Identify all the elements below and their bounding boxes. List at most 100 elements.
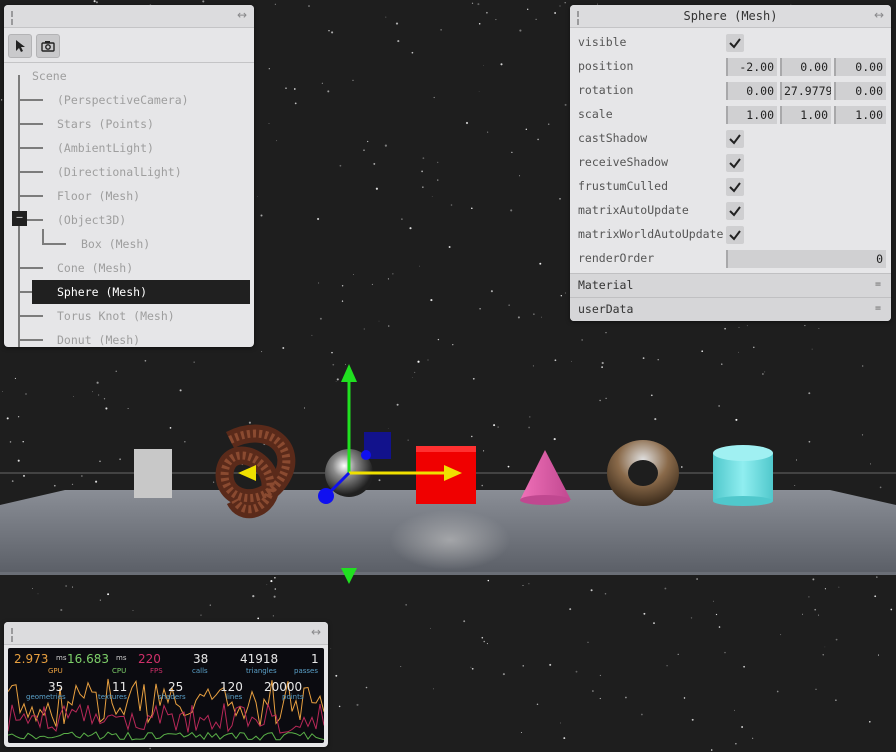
star [257, 617, 260, 620]
resize-icon[interactable]: ↔ [237, 8, 247, 22]
cast-shadow-checkbox[interactable] [726, 130, 744, 148]
star [470, 666, 472, 668]
star [437, 338, 440, 341]
star [144, 359, 147, 362]
star [209, 604, 211, 606]
position-y-input[interactable]: 0.00 [780, 58, 831, 76]
star [169, 427, 172, 429]
scale-z-input[interactable]: 1.00 [834, 106, 886, 124]
star [397, 40, 400, 43]
rotation-y-input[interactable]: 27.9779 [780, 82, 831, 100]
tree-item-box[interactable]: Box (Mesh) [81, 232, 150, 256]
drag-grip-icon[interactable] [11, 628, 17, 642]
frustum-culled-checkbox[interactable] [726, 178, 744, 196]
userdata-section[interactable]: userData = [570, 297, 891, 321]
pointer-icon [16, 40, 25, 52]
render-order-input[interactable]: 0 [726, 250, 886, 268]
prop-label: rotation [578, 83, 634, 97]
tree-item-floor[interactable]: Floor (Mesh) [57, 184, 140, 208]
visible-checkbox[interactable] [726, 34, 744, 52]
tree-item-ambient-light[interactable]: (AmbientLight) [57, 136, 154, 160]
matrix-auto-update-checkbox[interactable] [726, 202, 744, 220]
star [433, 96, 435, 99]
tree-item-donut[interactable]: Donut (Mesh) [57, 328, 140, 347]
star [643, 612, 646, 615]
star [547, 123, 550, 125]
prop-row-frustum-culled: frustumCulled [570, 175, 891, 199]
material-section[interactable]: Material = [570, 273, 891, 297]
star [764, 371, 766, 373]
star [508, 304, 510, 306]
star [6, 417, 9, 420]
tree-item-sphere[interactable]: Sphere (Mesh) [32, 280, 250, 304]
star [328, 30, 330, 32]
star [378, 320, 380, 322]
outliner-toolbar [4, 28, 254, 63]
position-z-input[interactable]: 0.00 [834, 58, 886, 76]
tree-item-perspective-camera[interactable]: (PerspectiveCamera) [57, 88, 189, 112]
star [422, 157, 425, 160]
star [99, 460, 101, 463]
star [331, 351, 333, 354]
star [400, 665, 402, 667]
tree-item-stars[interactable]: Stars (Points) [57, 112, 154, 136]
star [796, 459, 797, 461]
expand-icon: = [874, 279, 881, 290]
star [599, 697, 601, 700]
expand-icon: = [874, 303, 881, 314]
star [808, 392, 811, 395]
rotation-x-input[interactable]: 0.00 [726, 82, 777, 100]
matrix-world-auto-update-checkbox[interactable] [726, 226, 744, 244]
scale-y-input[interactable]: 1.00 [780, 106, 831, 124]
drag-grip-icon[interactable] [11, 11, 17, 25]
lines-value: 120 [220, 680, 243, 694]
star [879, 486, 882, 489]
star [811, 348, 813, 350]
star [384, 144, 387, 147]
section-label: userData [578, 302, 634, 316]
rotation-z-input[interactable]: 0.00 [834, 82, 886, 100]
star [559, 198, 561, 200]
properties-header[interactable]: Sphere (Mesh) ↔ [570, 5, 891, 28]
stats-header[interactable]: ↔ [4, 622, 328, 645]
tree-item-cone[interactable]: Cone (Mesh) [57, 256, 133, 280]
resize-icon[interactable]: ↔ [311, 625, 321, 639]
resize-icon[interactable]: ↔ [874, 8, 884, 22]
star [487, 131, 489, 133]
screenshot-button[interactable] [36, 34, 60, 58]
star [802, 613, 803, 615]
gizmo-z-handle[interactable] [318, 488, 334, 504]
star [522, 585, 524, 586]
tree-branch [19, 195, 43, 197]
tree-branch [19, 99, 43, 101]
star [478, 23, 481, 25]
checkmark-icon [729, 206, 741, 217]
star [14, 377, 16, 379]
star [490, 290, 493, 293]
receive-shadow-checkbox[interactable] [726, 154, 744, 172]
tree-branch [19, 171, 43, 173]
star [712, 600, 714, 602]
tree-item-scene[interactable]: Scene [32, 64, 67, 88]
star [564, 292, 566, 294]
star [762, 373, 764, 375]
triangles-label: triangles [246, 667, 277, 675]
properties-title: Sphere (Mesh) [683, 9, 778, 23]
gizmo-center[interactable] [361, 450, 371, 460]
collapse-toggle-icon[interactable]: – [12, 211, 27, 226]
star [575, 670, 578, 673]
select-tool-button[interactable] [8, 34, 32, 58]
star [0, 99, 3, 101]
tree-item-torus-knot[interactable]: Torus Knot (Mesh) [57, 304, 175, 328]
star [824, 646, 826, 648]
tree-item-object3d[interactable]: (Object3D) [57, 208, 126, 232]
prop-row-visible: visible [570, 31, 891, 55]
tree-item-directional-light[interactable]: (DirectionalLight) [57, 160, 182, 184]
star [654, 418, 657, 421]
star [409, 227, 412, 230]
scale-x-input[interactable]: 1.00 [726, 106, 777, 124]
position-x-input[interactable]: -2.00 [726, 58, 777, 76]
star [392, 273, 394, 275]
prop-label: matrixAutoUpdate [578, 203, 689, 217]
outliner-header[interactable]: ↔ [4, 5, 254, 28]
